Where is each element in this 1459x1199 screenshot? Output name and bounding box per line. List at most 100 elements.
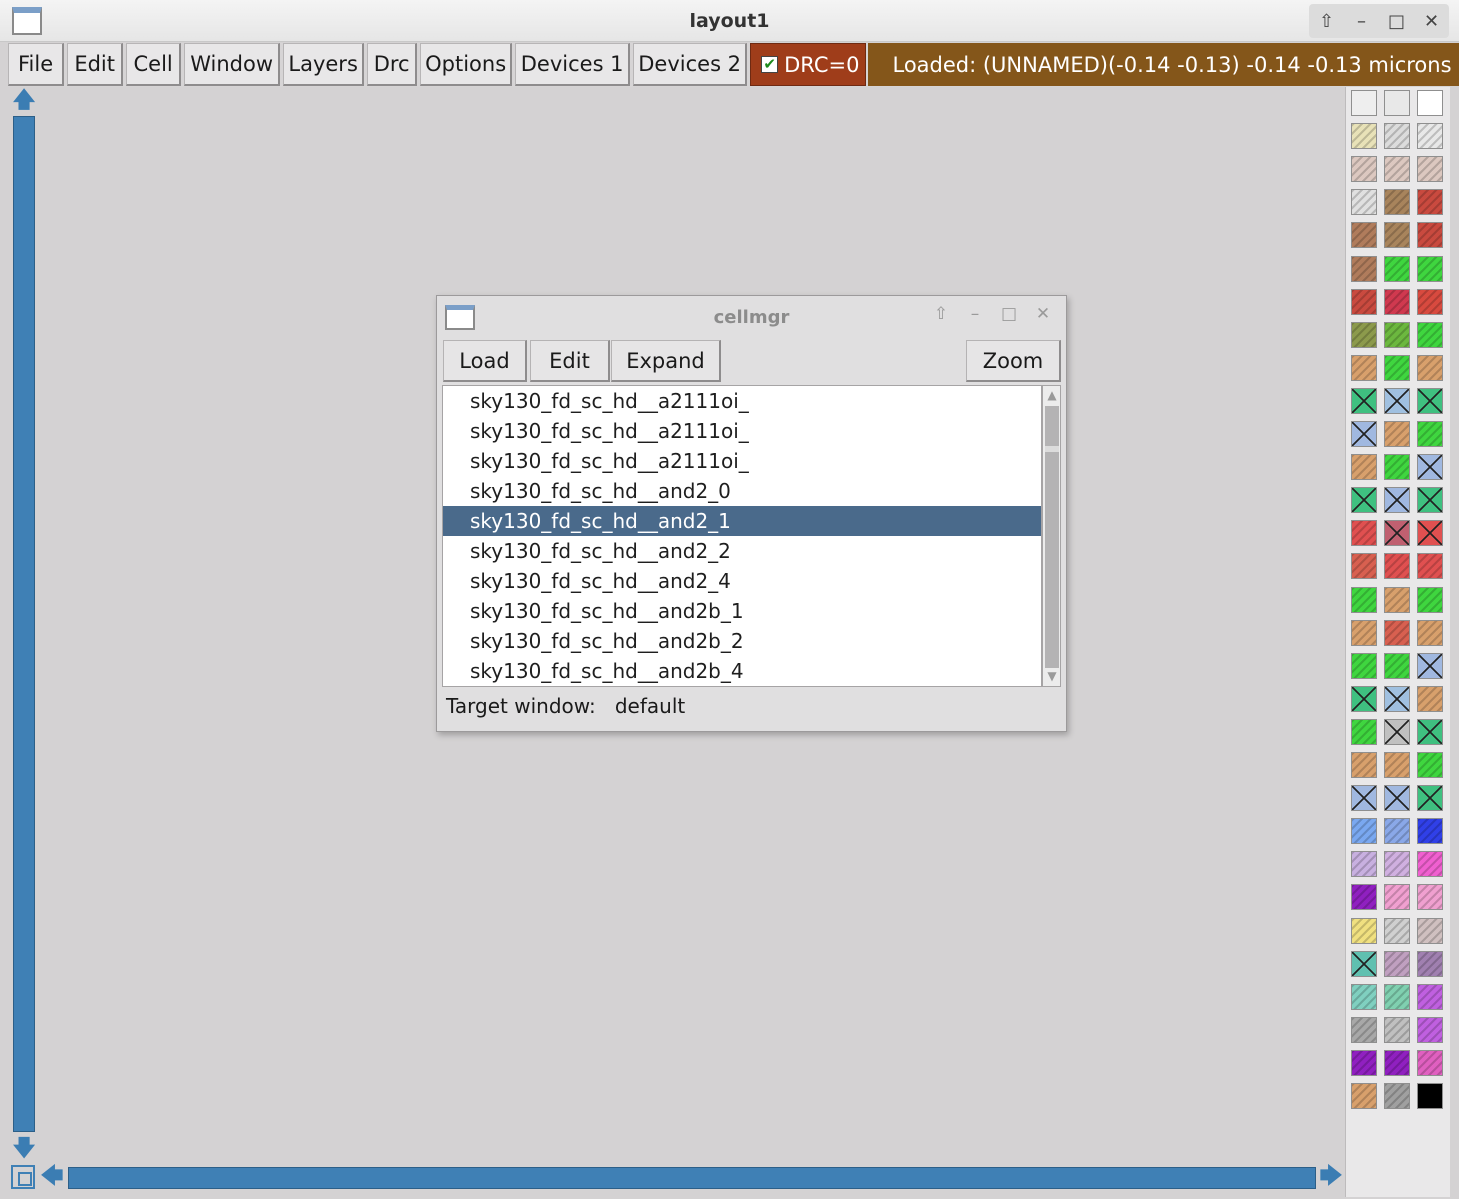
horizontal-scroll-thumb[interactable] bbox=[68, 1167, 1316, 1189]
list-item[interactable]: sky130_fd_sc_hd__a2111oi_ bbox=[443, 446, 1041, 476]
minimize-icon[interactable]: – bbox=[1348, 11, 1376, 32]
layer-swatch[interactable] bbox=[1351, 685, 1377, 712]
layer-swatch[interactable] bbox=[1351, 454, 1377, 481]
layer-swatch[interactable] bbox=[1417, 950, 1443, 977]
layer-swatch[interactable] bbox=[1351, 1083, 1377, 1109]
scroll-left-arrow-icon[interactable]: 🡄 bbox=[39, 1163, 65, 1191]
layer-swatch[interactable] bbox=[1384, 387, 1410, 414]
list-item[interactable]: sky130_fd_sc_hd__and2_0 bbox=[443, 476, 1041, 506]
layer-swatch[interactable] bbox=[1417, 586, 1443, 613]
layer-swatch[interactable] bbox=[1417, 90, 1443, 116]
layer-swatch[interactable] bbox=[1351, 189, 1377, 216]
layer-swatch[interactable] bbox=[1351, 851, 1377, 878]
cellmgr-titlebar[interactable]: cellmgr ⇧ – □ ✕ bbox=[437, 296, 1066, 336]
cell-list[interactable]: sky130_fd_sc_hd__a2111oi_ sky130_fd_sc_h… bbox=[442, 385, 1042, 687]
layer-swatch[interactable] bbox=[1384, 553, 1410, 580]
close-icon[interactable]: ✕ bbox=[1032, 304, 1054, 324]
layer-swatch[interactable] bbox=[1384, 1049, 1410, 1076]
layer-swatch[interactable] bbox=[1384, 917, 1410, 944]
list-item[interactable]: sky130_fd_sc_hd__and2_4 bbox=[443, 566, 1041, 596]
layer-swatch[interactable] bbox=[1351, 586, 1377, 613]
layer-swatch[interactable] bbox=[1384, 156, 1410, 183]
layer-swatch[interactable] bbox=[1417, 520, 1443, 547]
menu-devices-2[interactable]: Devices 2 bbox=[633, 43, 748, 86]
layer-swatch[interactable] bbox=[1417, 818, 1443, 845]
layer-swatch[interactable] bbox=[1384, 189, 1410, 216]
layer-swatch[interactable] bbox=[1417, 487, 1443, 514]
shade-up-icon[interactable]: ⇧ bbox=[930, 304, 952, 324]
layer-swatch[interactable] bbox=[1417, 1049, 1443, 1076]
layer-swatch[interactable] bbox=[1417, 255, 1443, 282]
layer-swatch[interactable] bbox=[1351, 387, 1377, 414]
menu-cell[interactable]: Cell bbox=[126, 43, 182, 86]
list-item[interactable]: sky130_fd_sc_hd__and2_1 bbox=[443, 506, 1041, 536]
layer-swatch[interactable] bbox=[1351, 123, 1377, 150]
layer-swatch[interactable] bbox=[1417, 983, 1443, 1010]
drc-toggle[interactable]: ✔ DRC=0 bbox=[750, 43, 867, 86]
zoom-box-icon[interactable] bbox=[11, 1165, 35, 1189]
layer-swatch[interactable] bbox=[1351, 288, 1377, 315]
menu-window[interactable]: Window bbox=[184, 43, 281, 86]
layer-swatch[interactable] bbox=[1351, 917, 1377, 944]
layer-swatch[interactable] bbox=[1384, 1016, 1410, 1043]
layer-swatch[interactable] bbox=[1384, 884, 1410, 911]
layer-swatch[interactable] bbox=[1417, 619, 1443, 646]
layer-swatch[interactable] bbox=[1384, 421, 1410, 447]
layer-swatch[interactable] bbox=[1417, 1083, 1443, 1109]
layer-swatch[interactable] bbox=[1351, 354, 1377, 381]
layer-swatch[interactable] bbox=[1417, 189, 1443, 216]
layer-swatch[interactable] bbox=[1351, 950, 1377, 977]
layer-swatch[interactable] bbox=[1417, 387, 1443, 414]
list-scroll-up-icon[interactable]: ▲ bbox=[1044, 387, 1060, 403]
drc-checkbox-icon[interactable]: ✔ bbox=[761, 56, 779, 73]
scroll-right-arrow-icon[interactable]: 🡆 bbox=[1318, 1163, 1344, 1191]
layer-swatch[interactable] bbox=[1417, 454, 1443, 481]
layer-swatch[interactable] bbox=[1417, 884, 1443, 911]
list-item[interactable]: sky130_fd_sc_hd__a2111oi_ bbox=[443, 416, 1041, 446]
maximize-icon[interactable]: □ bbox=[1383, 11, 1411, 32]
layer-swatch[interactable] bbox=[1417, 421, 1443, 447]
layer-swatch[interactable] bbox=[1384, 652, 1410, 679]
menu-drc[interactable]: Drc bbox=[367, 43, 418, 86]
close-icon[interactable]: ✕ bbox=[1418, 11, 1446, 32]
layer-swatch[interactable] bbox=[1417, 917, 1443, 944]
layer-swatch[interactable] bbox=[1384, 255, 1410, 282]
layer-swatch[interactable] bbox=[1417, 685, 1443, 712]
layer-swatch[interactable] bbox=[1417, 652, 1443, 679]
layer-swatch[interactable] bbox=[1417, 785, 1443, 812]
list-item[interactable]: sky130_fd_sc_hd__a2111oi_ bbox=[443, 386, 1041, 416]
layer-swatch[interactable] bbox=[1351, 321, 1377, 348]
layer-swatch[interactable] bbox=[1351, 818, 1377, 845]
list-item[interactable]: sky130_fd_sc_hd__and2_2 bbox=[443, 536, 1041, 566]
layer-swatch[interactable] bbox=[1417, 553, 1443, 580]
layer-swatch[interactable] bbox=[1417, 851, 1443, 878]
scroll-up-arrow-icon[interactable]: 🡅 bbox=[11, 88, 37, 114]
layer-swatch[interactable] bbox=[1351, 222, 1377, 249]
zoom-button[interactable]: Zoom bbox=[966, 340, 1061, 382]
menu-file[interactable]: File bbox=[8, 43, 65, 86]
layer-swatch[interactable] bbox=[1384, 321, 1410, 348]
menu-layers[interactable]: Layers bbox=[283, 43, 365, 86]
layer-swatch[interactable] bbox=[1384, 785, 1410, 812]
list-scroll-down-icon[interactable]: ▼ bbox=[1044, 668, 1060, 684]
minimize-icon[interactable]: – bbox=[964, 304, 986, 324]
scroll-down-arrow-icon[interactable]: 🡇 bbox=[11, 1136, 37, 1162]
layer-swatch[interactable] bbox=[1384, 288, 1410, 315]
shade-up-icon[interactable]: ⇧ bbox=[1313, 11, 1341, 32]
layer-swatch[interactable] bbox=[1384, 718, 1410, 745]
layer-swatch[interactable] bbox=[1351, 421, 1377, 447]
menu-edit[interactable]: Edit bbox=[67, 43, 124, 86]
layer-swatch[interactable] bbox=[1384, 851, 1410, 878]
layer-swatch[interactable] bbox=[1417, 288, 1443, 315]
layer-swatch[interactable] bbox=[1384, 818, 1410, 845]
layer-swatch[interactable] bbox=[1417, 1016, 1443, 1043]
layer-swatch[interactable] bbox=[1384, 619, 1410, 646]
layer-swatch[interactable] bbox=[1351, 553, 1377, 580]
layer-swatch[interactable] bbox=[1417, 222, 1443, 249]
list-item[interactable]: sky130_fd_sc_hd__and2b_4 bbox=[443, 656, 1041, 686]
window-titlebar[interactable]: layout1 ⇧ – □ ✕ bbox=[0, 0, 1459, 42]
vertical-scrollbar[interactable]: 🡅 🡇 bbox=[10, 88, 38, 1162]
layer-swatch[interactable] bbox=[1384, 222, 1410, 249]
layer-swatch[interactable] bbox=[1384, 487, 1410, 514]
layer-swatch[interactable] bbox=[1351, 520, 1377, 547]
